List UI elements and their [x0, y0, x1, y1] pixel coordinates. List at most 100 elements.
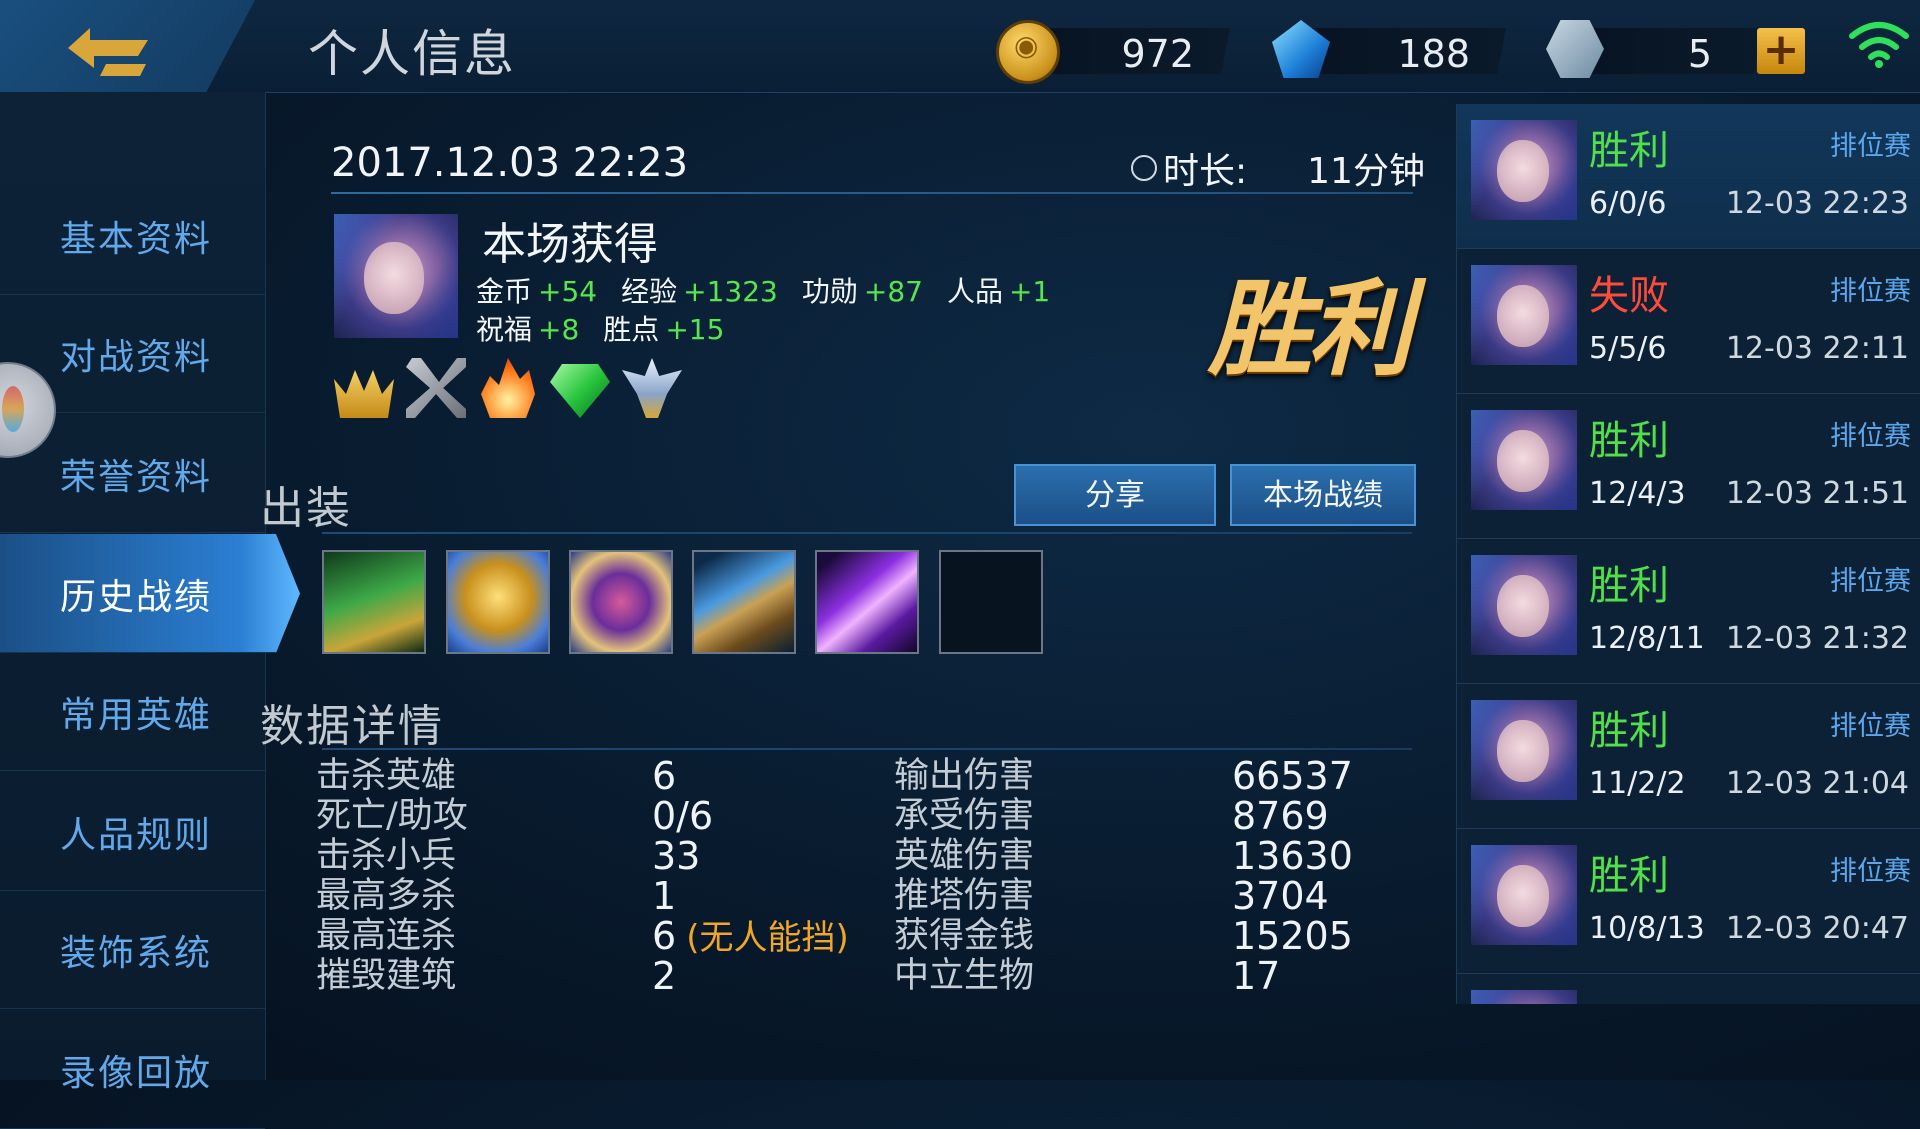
stat-value: 33 — [652, 834, 701, 878]
stat-label: 中立生物 — [894, 956, 1035, 996]
crown-icon — [334, 370, 394, 418]
stat-label: 最高多杀 — [316, 876, 457, 916]
stat-value: 17 — [1232, 954, 1281, 998]
diamond-amount: 188 — [1397, 32, 1470, 76]
history-card[interactable]: 胜利 排位赛 12/8/11 12-03 21:32 — [1457, 539, 1920, 684]
match-duration: 时长: 11分钟 — [1131, 142, 1425, 194]
stat-value: 15205 — [1232, 914, 1353, 958]
reward-merit-label: 功勋 — [801, 275, 858, 308]
sidebar-item-decoration[interactable]: 装饰系统 — [0, 890, 265, 1009]
back-button[interactable] — [0, 0, 255, 106]
history-mode: 排位赛 — [1830, 131, 1911, 162]
history-kda: 12/8/11 — [1589, 621, 1705, 656]
crossed-swords-icon — [406, 358, 466, 418]
history-result: 胜利 — [1589, 708, 1669, 754]
history-mode: 排位赛 — [1830, 421, 1911, 452]
reward-gold-value: +54 — [538, 275, 598, 308]
divider — [322, 748, 1412, 750]
history-date: 12-03 21:32 — [1725, 621, 1909, 656]
rewards-row-1: 金币 +54 经验 +1323 功勋 +87 人品 +1 — [476, 270, 1074, 310]
hero-avatar — [1471, 410, 1577, 510]
sidebar-item-match-history[interactable]: 历史战绩 — [0, 534, 300, 653]
stat-label: 击杀英雄 — [316, 756, 457, 796]
history-kda: 11/2/2 — [1589, 766, 1686, 801]
match-detail-panel: 2017.12.03 22:23 时长: 11分钟 本场获得 金币 +54 经验 +13… — [260, 92, 1456, 1080]
sidebar-item-label: 荣誉资料 — [60, 457, 213, 498]
history-card[interactable]: 胜利 排位赛 12/4/3 12-03 21:51 — [1457, 394, 1920, 539]
boots-item-icon[interactable] — [322, 550, 426, 654]
match-result-victory: 胜利 — [1208, 267, 1412, 390]
duration-value: 11分钟 — [1307, 151, 1425, 192]
gold-amount: 972 — [1121, 32, 1194, 76]
share-button[interactable]: 分享 — [1014, 464, 1216, 526]
golden-mask-item-icon[interactable] — [446, 550, 550, 654]
stat-value: 0/6 — [652, 794, 714, 838]
add-voucher-button[interactable]: + — [1757, 28, 1805, 74]
reward-credit-label: 人品 — [946, 275, 1003, 308]
gold-coin-icon — [996, 20, 1060, 84]
stat-value: 13630 — [1232, 834, 1353, 878]
sidebar-item-label: 常用英雄 — [60, 695, 213, 736]
sidebar-item-basic-info[interactable]: 基本资料 — [0, 176, 265, 295]
top-bar: 个人信息 972 188 5 + — [0, 0, 1920, 106]
rewards-row-2: 祝福 +8 胜点 +15 — [476, 308, 748, 348]
reward-rank-point-value: +15 — [665, 313, 725, 346]
stat-value: 2 — [652, 954, 677, 998]
clock-icon — [1131, 155, 1157, 181]
history-result: 胜利 — [1589, 563, 1669, 609]
sidebar-item-credit-rules[interactable]: 人品规则 — [0, 772, 265, 891]
duration-label: 时长: — [1163, 151, 1248, 192]
sidebar-item-common-heroes[interactable]: 常用英雄 — [0, 652, 265, 771]
stat-label: 英雄伤害 — [894, 836, 1035, 876]
history-card[interactable]: 胜利 排位赛 6/0/6 12-03 22:23 — [1457, 104, 1920, 249]
reward-gold-label: 金币 — [476, 275, 533, 308]
earn-title: 本场获得 — [482, 219, 658, 270]
page-title: 个人信息 — [308, 25, 516, 83]
sidebar-item-label: 装饰系统 — [60, 933, 213, 974]
sidebar-item-label: 基本资料 — [60, 219, 213, 260]
reward-exp-value: +1323 — [683, 275, 778, 308]
history-result: 胜利 — [1589, 853, 1669, 899]
reward-merit-value: +87 — [863, 275, 923, 308]
hero-avatar — [1471, 265, 1577, 365]
equipment-title: 出装 — [260, 483, 352, 534]
stat-label: 击杀小兵 — [316, 836, 457, 876]
history-result: 失败 — [1589, 273, 1669, 319]
hero-avatar — [1471, 700, 1577, 800]
match-history-list: 胜利 排位赛 6/0/6 12-03 22:23 失败 排位赛 5/5/6 12… — [1456, 104, 1920, 1004]
voucher-amount: 5 — [1687, 32, 1712, 76]
reward-rank-point-label: 胜点 — [603, 313, 660, 346]
emerald-icon — [550, 364, 610, 418]
history-card[interactable]: 胜利 排位赛 11/2/2 12-03 21:04 — [1457, 684, 1920, 829]
history-kda: 6/0/6 — [1589, 186, 1667, 221]
history-card[interactable]: 失败 排位赛 5/5/6 12-03 22:11 — [1457, 249, 1920, 394]
stat-label: 最高连杀 — [316, 916, 457, 956]
scoreboard-button[interactable]: 本场战绩 — [1230, 464, 1416, 526]
hero-avatar — [1471, 555, 1577, 655]
sidebar-item-label: 人品规则 — [60, 815, 213, 856]
sidebar-item-label: 录像回放 — [60, 1053, 213, 1094]
divider — [331, 192, 1413, 194]
hero-avatar — [1471, 990, 1577, 1004]
history-card[interactable]: 胜利 排位赛 10/8/13 12-03 20:47 — [1457, 829, 1920, 974]
sidebar-item-replay[interactable]: 录像回放 — [0, 1010, 265, 1129]
history-mode: 排位赛 — [1830, 276, 1911, 307]
stat-value: 66537 — [1232, 754, 1353, 798]
purple-blade-item-icon[interactable] — [815, 550, 919, 654]
reward-exp-label: 经验 — [621, 275, 678, 308]
history-mode: 排位赛 — [1830, 711, 1911, 742]
history-card-partial[interactable] — [1457, 974, 1920, 1004]
stat-label: 输出伤害 — [894, 756, 1035, 796]
fire-icon — [481, 358, 535, 418]
history-date: 12-03 21:51 — [1725, 476, 1909, 511]
rune-axe-item-icon[interactable] — [569, 550, 673, 654]
sidebar-item-label: 对战资料 — [60, 337, 213, 378]
stat-label: 摧毁建筑 — [316, 956, 457, 996]
staff-item-icon[interactable] — [692, 550, 796, 654]
stat-label: 死亡/助攻 — [316, 796, 468, 836]
history-date: 12-03 20:47 — [1725, 911, 1909, 946]
empty-item-slot — [939, 550, 1043, 654]
reward-blessing-value: +8 — [538, 313, 580, 346]
reward-blessing-label: 祝福 — [476, 313, 533, 346]
history-mode: 排位赛 — [1830, 566, 1911, 597]
